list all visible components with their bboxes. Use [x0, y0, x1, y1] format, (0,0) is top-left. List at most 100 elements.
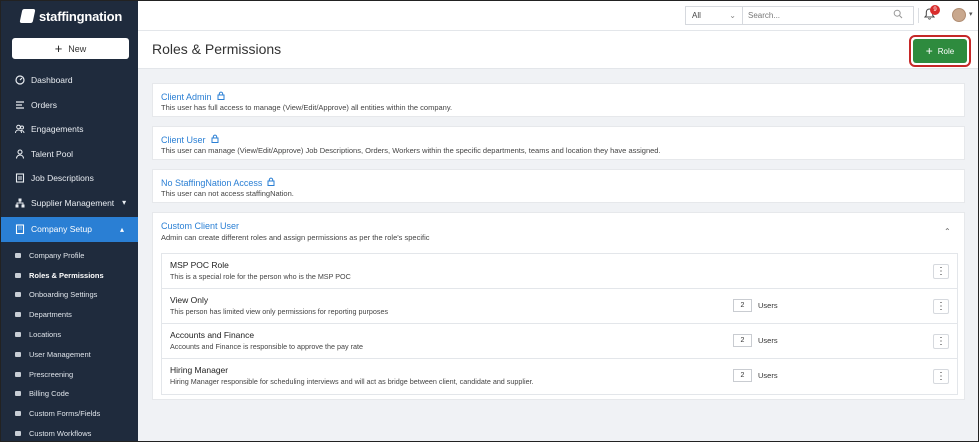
add-role-button-label: Role — [937, 46, 955, 56]
submenu-label: Custom Workflows — [29, 429, 92, 439]
sidebar-nav: Dashboard Orders Engagements Talent Pool — [1, 68, 138, 442]
list-item[interactable]: MSP POC Role This is a special role for … — [162, 254, 957, 289]
search-input[interactable] — [742, 6, 914, 25]
sidebar-item-dashboard[interactable]: Dashboard — [1, 68, 138, 93]
avatar[interactable] — [952, 8, 966, 22]
sidebar-item-company-setup[interactable]: Company Setup ▴ — [1, 217, 138, 242]
more-options-icon[interactable]: ⋮ — [933, 299, 949, 314]
lock-icon — [211, 134, 219, 145]
custom-role-list: MSP POC Role This is a special role for … — [161, 253, 958, 395]
submenu-item-locations[interactable]: Locations — [1, 325, 138, 345]
role-title-text: Custom Client User — [161, 221, 240, 231]
list-icon — [15, 100, 25, 110]
sidebar-item-label: Engagements — [31, 124, 84, 135]
role-card-title[interactable]: Custom Client User — [161, 221, 239, 231]
submenu-item-custom-workflows[interactable]: Custom Workflows — [1, 424, 138, 441]
role-card-custom-client-user: Custom Client User Admin can create diff… — [152, 212, 965, 400]
bullet-icon — [15, 431, 21, 437]
chevron-down-icon[interactable]: ▾ — [969, 10, 973, 18]
user-count[interactable]: 2 Users — [733, 299, 778, 312]
lock-icon — [267, 177, 275, 188]
list-item[interactable]: Hiring Manager Hiring Manager responsibl… — [162, 359, 957, 394]
submenu-item-custom-forms-fields[interactable]: Custom Forms/Fields — [1, 404, 138, 424]
document-icon — [15, 173, 25, 183]
plus-icon: + — [54, 41, 63, 56]
custom-role-description: Accounts and Finance is responsible to a… — [170, 342, 363, 351]
sidebar-item-label: Dashboard — [31, 75, 73, 86]
page-title: Roles & Permissions — [152, 41, 282, 57]
user-count-value: 2 — [733, 299, 752, 312]
user-count-value: 2 — [733, 369, 752, 382]
user-count[interactable]: 2 Users — [733, 334, 778, 347]
role-title-text: Client Admin — [161, 91, 212, 102]
submenu-label: Onboarding Settings — [29, 290, 98, 300]
submenu-item-user-management[interactable]: User Management — [1, 344, 138, 364]
submenu-label: Locations — [29, 330, 62, 340]
more-options-icon[interactable]: ⋮ — [933, 369, 949, 384]
chevron-up-icon[interactable]: ⌃ — [944, 227, 951, 236]
custom-role-description: This person has limited view only permis… — [170, 307, 389, 316]
sidebar-item-talent-pool[interactable]: Talent Pool — [1, 142, 138, 167]
more-options-icon[interactable]: ⋮ — [933, 264, 949, 279]
user-count-label: Users — [758, 336, 778, 345]
role-card-description: This user can manage (View/Edit/Approve)… — [161, 146, 661, 155]
people-icon — [15, 124, 25, 134]
org-icon — [15, 198, 25, 208]
role-card-client-user[interactable]: Client User This user can manage (View/E… — [152, 126, 965, 160]
list-item[interactable]: Accounts and Finance Accounts and Financ… — [162, 324, 957, 359]
user-count[interactable]: 2 Users — [733, 369, 778, 382]
custom-role-name: Hiring Manager — [170, 365, 229, 375]
bullet-icon — [15, 312, 21, 318]
role-card-no-access[interactable]: No StaffingNation Access This user can n… — [152, 169, 965, 203]
sidebar-item-engagements[interactable]: Engagements — [1, 117, 138, 142]
sidebar-item-orders[interactable]: Orders — [1, 93, 138, 118]
sidebar-item-job-descriptions[interactable]: Job Descriptions — [1, 166, 138, 191]
submenu-label: Departments — [29, 310, 72, 320]
person-icon — [15, 149, 25, 159]
add-role-button[interactable]: + Role — [913, 39, 967, 63]
bullet-icon — [15, 332, 21, 338]
company-setup-submenu: Company Profile Roles & Permissions Onbo… — [1, 246, 138, 442]
sidebar: staffingnation + New Dashboard Orders En… — [1, 1, 138, 442]
bullet-icon — [15, 411, 21, 417]
submenu-label: Roles & Permissions — [29, 270, 104, 280]
page-header: Roles & Permissions + Role — [138, 31, 978, 69]
user-count-label: Users — [758, 371, 778, 380]
sidebar-item-label: Supplier Management — [31, 197, 115, 208]
role-card-description: This user can not access staffingNation. — [161, 189, 294, 198]
search-scope-select[interactable]: All ⌄ — [685, 6, 742, 25]
submenu-item-onboarding-settings[interactable]: Onboarding Settings — [1, 285, 138, 305]
role-card-client-admin[interactable]: Client Admin This user has full access t… — [152, 83, 965, 117]
role-card-title[interactable]: Client Admin — [161, 91, 225, 102]
chevron-down-icon: ▾ — [122, 198, 127, 208]
new-button[interactable]: + New — [12, 38, 129, 59]
brand-logo[interactable]: staffingnation — [1, 1, 138, 31]
plus-icon: + — [925, 44, 933, 58]
custom-role-name: Accounts and Finance — [170, 330, 255, 340]
role-card-title[interactable]: Client User — [161, 134, 219, 145]
submenu-label: Company Profile — [29, 250, 85, 260]
more-options-icon[interactable]: ⋮ — [933, 334, 949, 349]
sidebar-item-label: Orders — [31, 99, 57, 110]
chevron-up-icon: ▴ — [119, 224, 124, 234]
custom-role-description: This is a special role for the person wh… — [170, 272, 351, 281]
submenu-item-departments[interactable]: Departments — [1, 305, 138, 325]
submenu-item-prescreening[interactable]: Prescreening — [1, 364, 138, 384]
divider — [918, 8, 919, 23]
gauge-icon — [15, 75, 25, 85]
submenu-item-billing-code[interactable]: Billing Code — [1, 384, 138, 404]
role-title-text: Client User — [161, 134, 206, 145]
new-button-label: New — [68, 43, 87, 54]
notification-badge: 9 — [930, 5, 940, 15]
custom-role-name: MSP POC Role — [170, 260, 229, 270]
submenu-item-company-profile[interactable]: Company Profile — [1, 246, 138, 266]
sidebar-item-supplier-management[interactable]: Supplier Management ▾ — [1, 191, 138, 216]
submenu-item-roles-permissions[interactable]: Roles & Permissions — [1, 265, 138, 285]
role-card-description: Admin can create different roles and ass… — [161, 233, 430, 242]
search-icon[interactable] — [893, 9, 903, 19]
custom-role-name: View Only — [170, 295, 209, 305]
list-item[interactable]: View Only This person has limited view o… — [162, 289, 957, 324]
bullet-icon — [15, 371, 21, 377]
role-card-title[interactable]: No StaffingNation Access — [161, 177, 275, 188]
submenu-label: User Management — [29, 349, 91, 359]
